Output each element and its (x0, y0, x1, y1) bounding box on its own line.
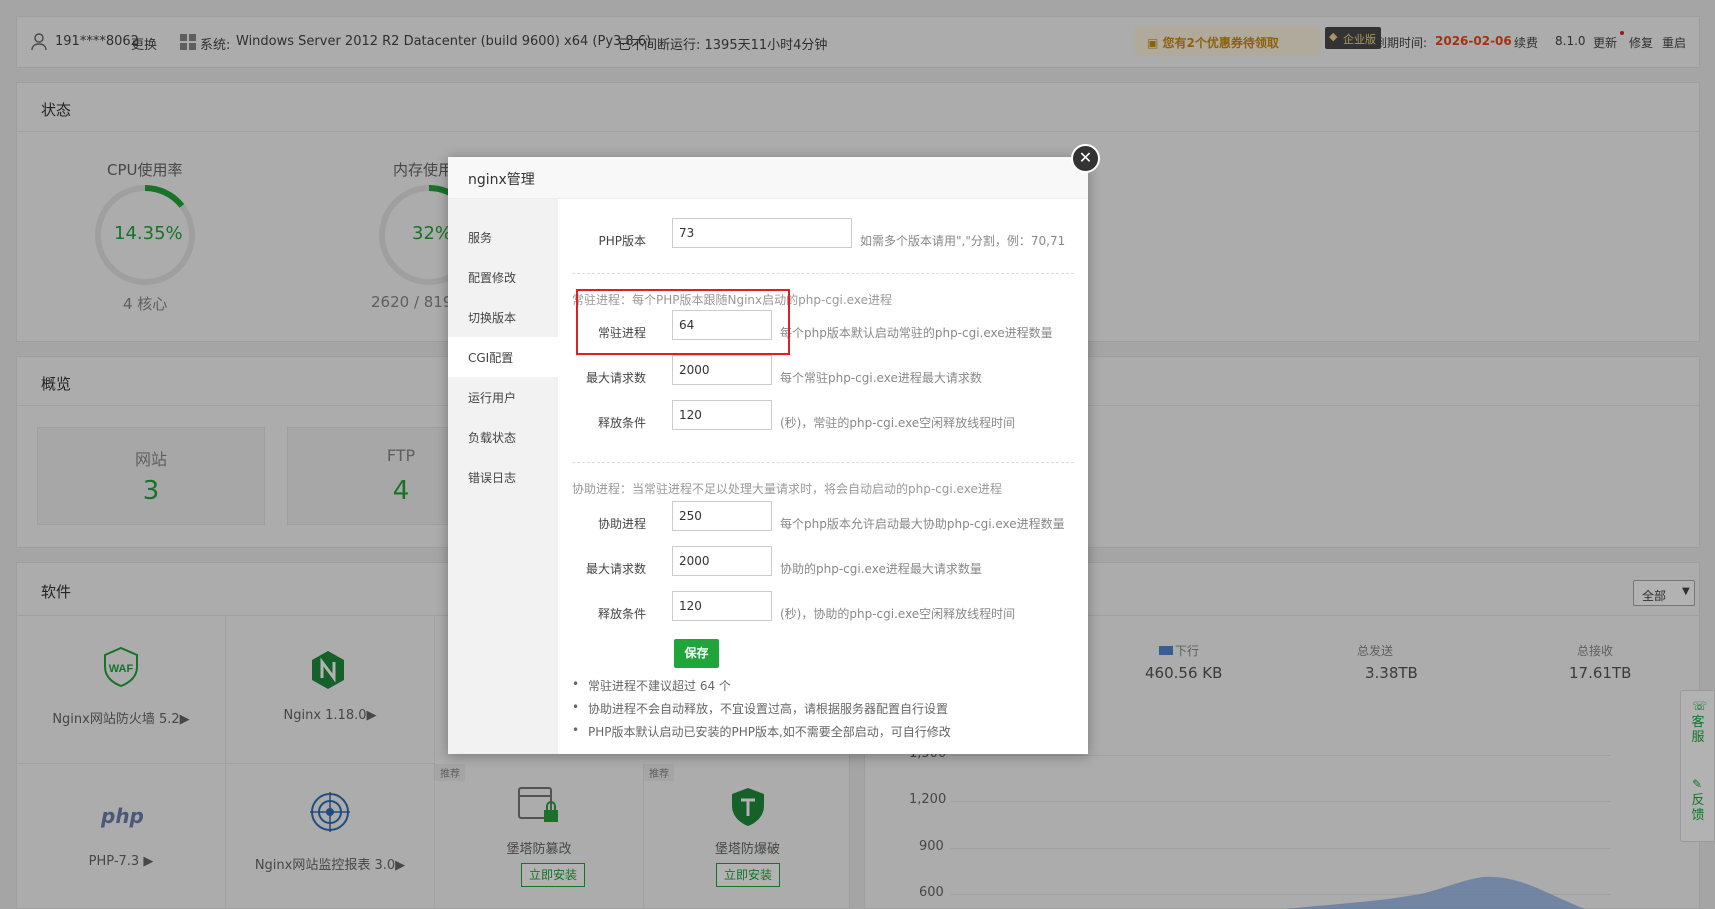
assist-process-label: 协助进程 (597, 517, 646, 531)
assist-max-requests-hint: 协助的php-cgi.exe进程最大请求数量 (780, 562, 982, 576)
tip-item: 协助进程不会自动释放，不宜设置过高，请根据服务器配置自行设置 (572, 700, 948, 717)
nav-service[interactable]: 服务 (448, 217, 558, 257)
assist-release-input[interactable]: 120 (672, 591, 772, 621)
dialog-header: nginx管理 (448, 157, 1088, 199)
resident-release-hint: (秒)，常驻的php-cgi.exe空闲释放线程时间 (780, 416, 1016, 430)
assist-release-label: 释放条件 (597, 607, 646, 621)
nav-config-edit[interactable]: 配置修改 (448, 257, 558, 297)
nav-run-user[interactable]: 运行用户 (448, 377, 558, 417)
assist-max-requests-input[interactable]: 2000 (672, 546, 772, 576)
nav-cgi-config[interactable]: CGI配置 (448, 337, 558, 377)
close-icon[interactable]: ✕ (1071, 144, 1100, 173)
assist-process-input[interactable]: 250 (672, 501, 772, 531)
php-version-hint: 如需多个版本请用","分割，例：70,71 (860, 234, 1066, 248)
cgi-config-form: PHP版本 73 如需多个版本请用","分割，例：70,71 常驻进程：每个PH… (558, 199, 1088, 754)
tip-item: 常驻进程不建议超过 64 个 (572, 677, 731, 694)
resident-release-label: 释放条件 (597, 416, 646, 430)
resident-process-hint: 每个php版本默认启动常驻的php-cgi.exe进程数量 (780, 326, 1053, 340)
dialog-nav: 服务 配置修改 切换版本 CGI配置 运行用户 负载状态 错误日志 (448, 199, 558, 754)
assist-release-hint: (秒)，协助的php-cgi.exe空闲释放线程时间 (780, 607, 1016, 621)
resident-max-requests-hint: 每个常驻php-cgi.exe进程最大请求数 (780, 371, 982, 385)
nav-error-log[interactable]: 错误日志 (448, 457, 558, 497)
highlight-box (576, 289, 790, 355)
resident-release-input[interactable]: 120 (672, 400, 772, 430)
nginx-manage-dialog: nginx管理 服务 配置修改 切换版本 CGI配置 运行用户 负载状态 错误日… (448, 157, 1088, 754)
save-button[interactable]: 保存 (674, 639, 719, 668)
tip-item: PHP版本默认启动已安装的PHP版本,如不需要全部启动，可自行修改 (572, 723, 951, 740)
assist-process-hint: 每个php版本允许启动最大协助php-cgi.exe进程数量 (780, 517, 1065, 531)
nav-load-status[interactable]: 负载状态 (448, 417, 558, 457)
assist-section-title: 协助进程：当常驻进程不足以处理大量请求时，将会自动启动的php-cgi.exe进… (572, 482, 1002, 496)
dialog-title: nginx管理 (468, 172, 535, 188)
php-version-label: PHP版本 (598, 234, 647, 248)
php-version-input[interactable]: 73 (672, 218, 852, 248)
resident-max-requests-input[interactable]: 2000 (672, 355, 772, 385)
nav-switch-version[interactable]: 切换版本 (448, 297, 558, 337)
resident-max-requests-label: 最大请求数 (585, 371, 646, 385)
assist-max-requests-label: 最大请求数 (585, 562, 646, 576)
